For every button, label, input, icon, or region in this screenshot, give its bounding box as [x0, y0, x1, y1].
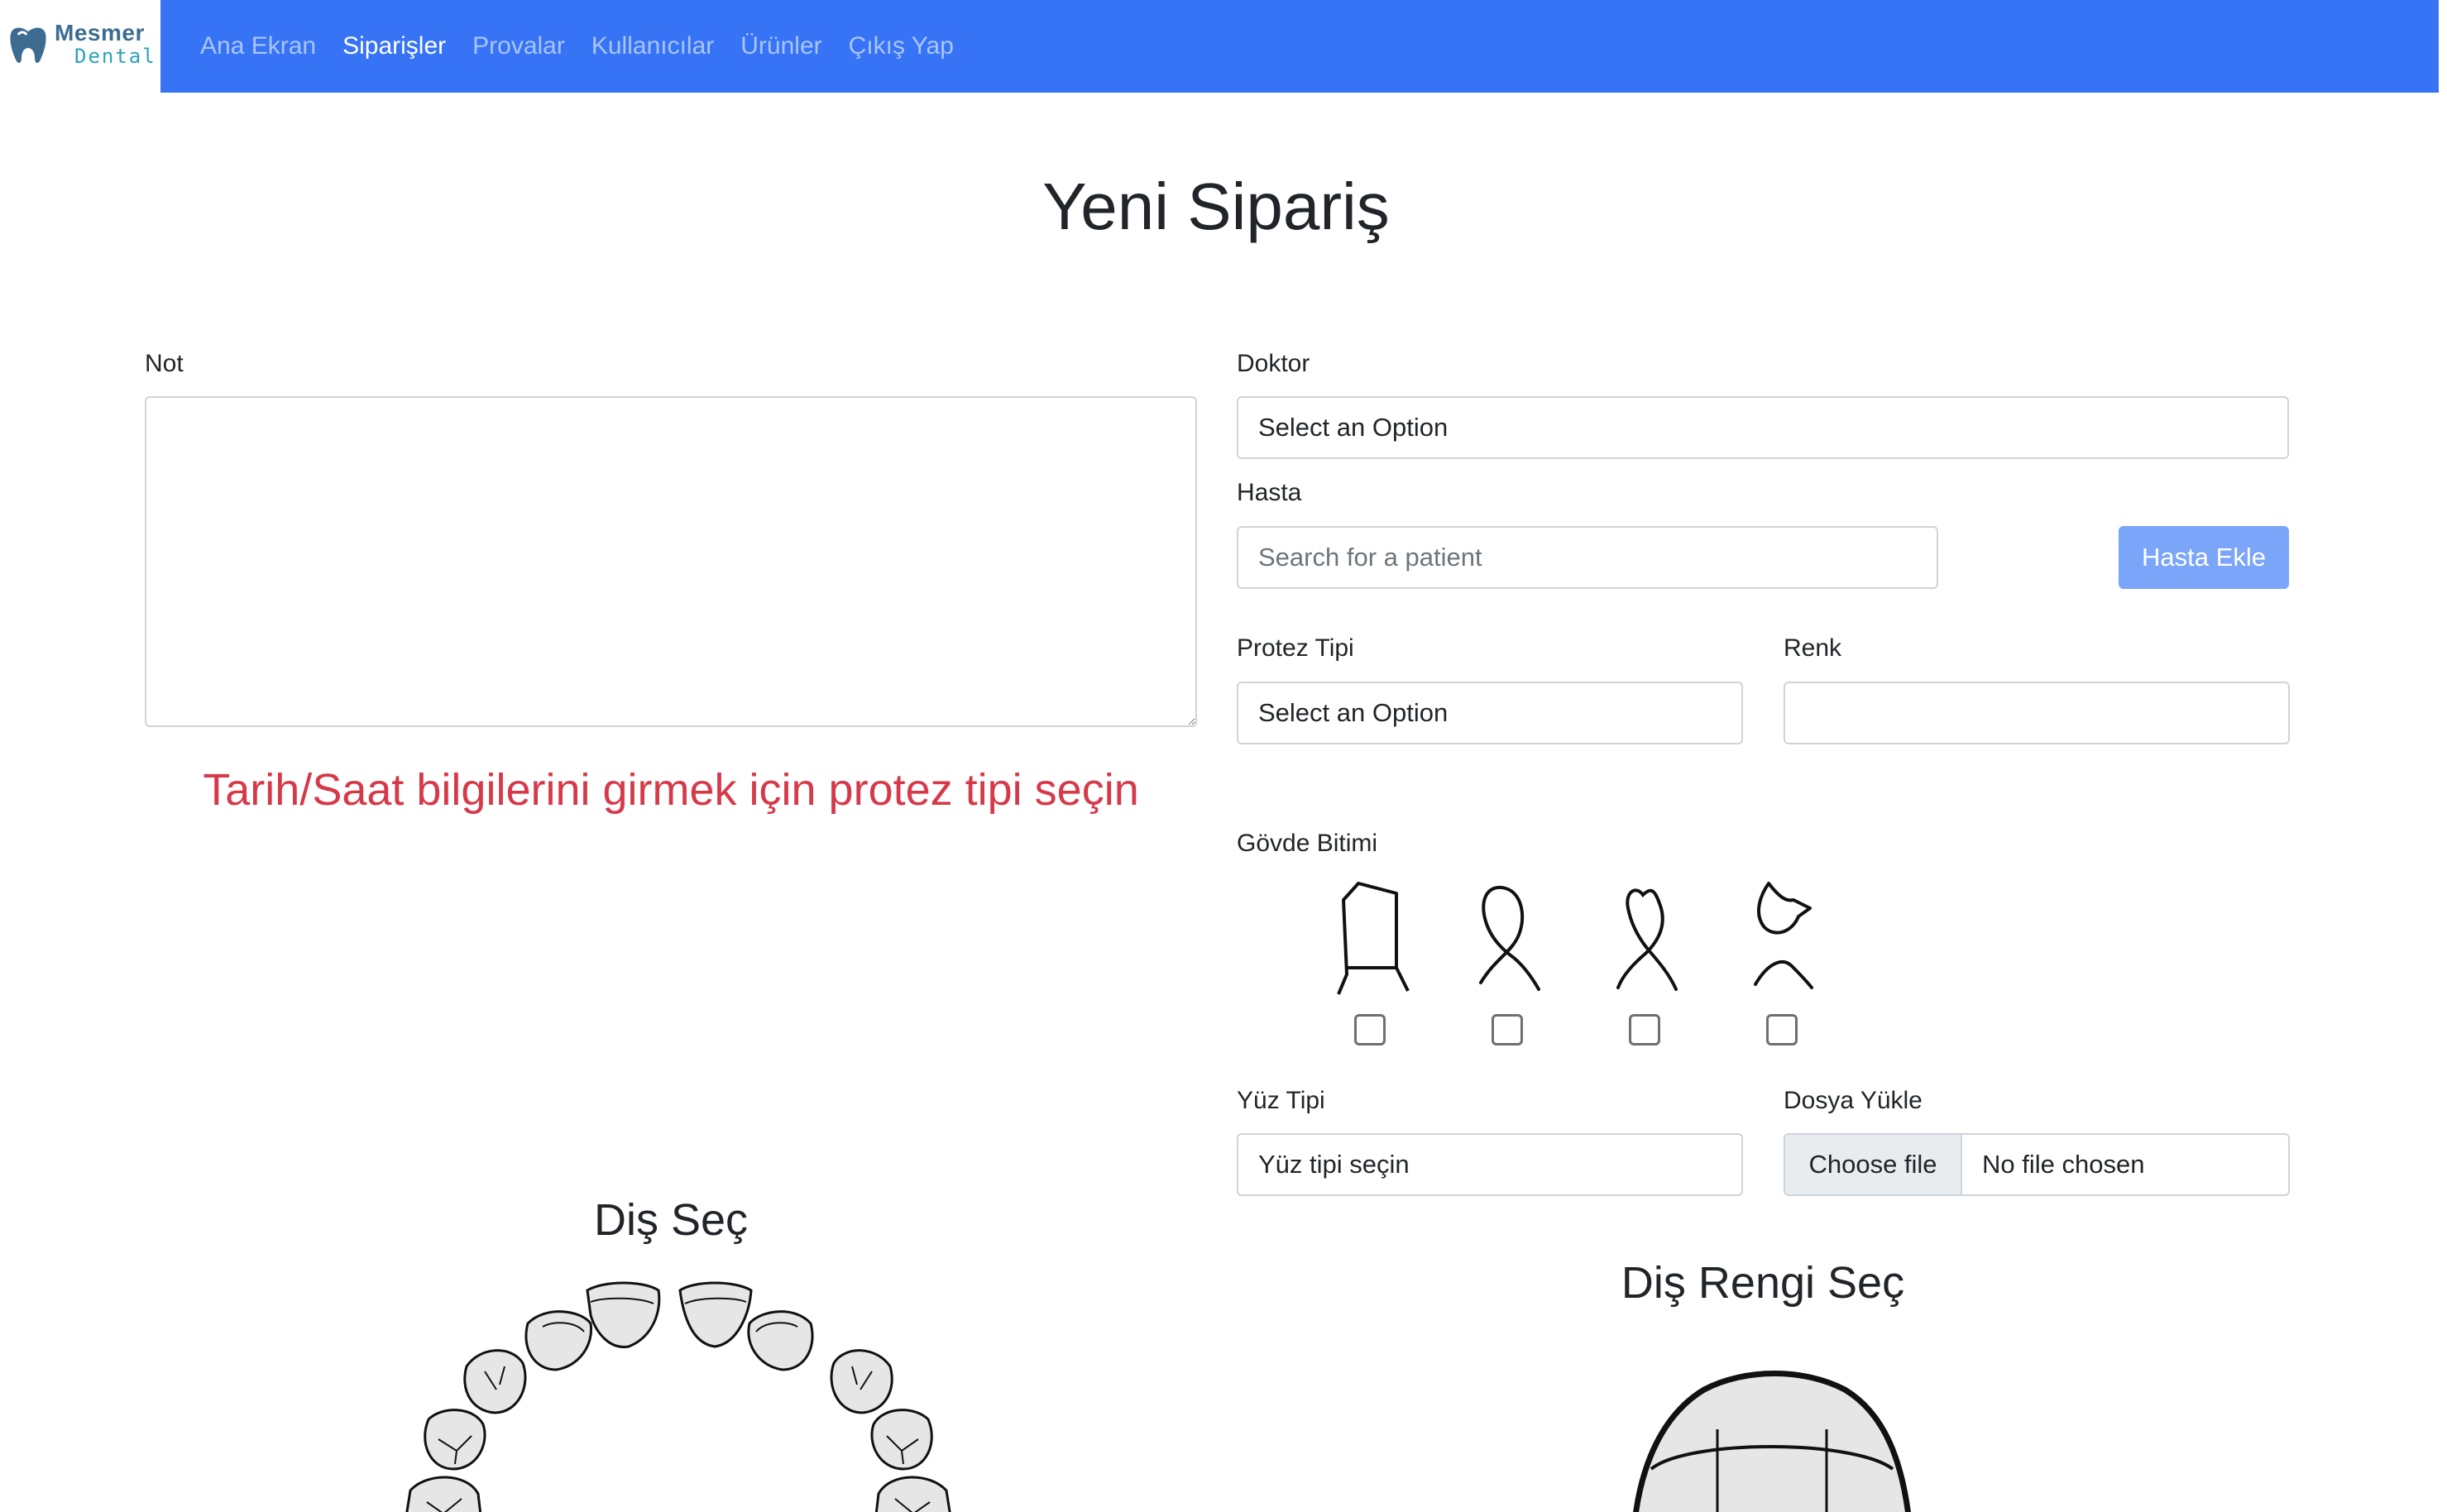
nav-link-home[interactable]: Ana Ekran [200, 32, 316, 60]
knife-edge-margin-icon [1616, 888, 1678, 991]
prosthesis-type-value: Select an Option [1258, 698, 1449, 727]
patient-search-input[interactable] [1237, 526, 1938, 589]
face-type-value: Yüz tipi seçin [1258, 1150, 1410, 1179]
shoulder-margin-icon [1337, 882, 1410, 995]
chamfer-margin-icon [1479, 885, 1540, 991]
date-warning-text: Tarih/Saat bilgilerini girmek için prote… [203, 765, 1139, 815]
tooth-chart-upper-arch[interactable] [405, 1281, 951, 1512]
nav-link-users[interactable]: Kullanıcılar [591, 32, 714, 60]
doctor-select-value: Select an Option [1258, 413, 1449, 442]
top-navbar: Mesmer Dental Ana Ekran Siparişler Prova… [0, 0, 2439, 93]
body-finish-option-4 [1744, 875, 1823, 999]
nav-link-products[interactable]: Ürünler [740, 32, 821, 60]
body-finish-label: Gövde Bitimi [1237, 830, 1378, 857]
color-input[interactable] [1784, 682, 2290, 744]
choose-file-button[interactable]: Choose file [1785, 1135, 1962, 1194]
doctor-label: Doktor [1237, 350, 1310, 377]
patient-label: Hasta [1237, 479, 1302, 506]
tooth-select-title: Diş Seç [593, 1195, 749, 1245]
body-finish-option-2 [1469, 875, 1549, 999]
tooth-shade-title: Diş Rengi Seç [1621, 1258, 1905, 1308]
body-finish-checkbox-3[interactable] [1629, 1014, 1660, 1045]
nav-links: Ana Ekran Siparişler Provalar Kullanıcıl… [200, 0, 980, 93]
nav-link-trials[interactable]: Provalar [472, 32, 565, 60]
body-finish-checkbox-2[interactable] [1492, 1014, 1523, 1045]
tooth-chart [405, 1281, 951, 1512]
brand-logo[interactable]: Mesmer Dental [0, 0, 160, 93]
brand-name: Mesmer [55, 20, 145, 45]
file-upload-label: Dosya Yükle [1784, 1087, 1923, 1114]
doctor-select[interactable]: Select an Option [1237, 396, 2289, 459]
face-type-label: Yüz Tipi [1237, 1087, 1325, 1114]
shade-tooth-diagram [1633, 1371, 1911, 1512]
nav-link-logout[interactable]: Çıkış Yap [849, 32, 954, 60]
body-finish-option-3 [1607, 875, 1686, 999]
color-label: Renk [1784, 634, 1842, 662]
prosthesis-type-label: Protez Tipi [1237, 634, 1354, 662]
add-patient-button[interactable]: Hasta Ekle [2119, 526, 2289, 589]
note-label: Not [145, 350, 184, 377]
body-finish-option-1 [1330, 875, 1410, 999]
face-type-select[interactable]: Yüz tipi seçin [1237, 1133, 1743, 1196]
open-margin-icon [1754, 882, 1813, 989]
file-upload-input[interactable]: Choose file No file chosen [1784, 1133, 2290, 1196]
body-finish-checkbox-4[interactable] [1766, 1014, 1798, 1045]
tooth-logo-icon [10, 27, 46, 64]
nav-link-orders[interactable]: Siparişler [342, 32, 446, 60]
brand-subtitle: Dental [74, 45, 156, 68]
page-title: Yeni Sipariş [1042, 170, 1390, 243]
prosthesis-type-select[interactable]: Select an Option [1237, 682, 1743, 744]
body-finish-checkbox-1[interactable] [1354, 1014, 1386, 1045]
note-textarea[interactable] [145, 396, 1197, 727]
shade-tooth-shape[interactable] [1633, 1371, 1911, 1512]
file-status-text: No file chosen [1982, 1150, 2145, 1179]
